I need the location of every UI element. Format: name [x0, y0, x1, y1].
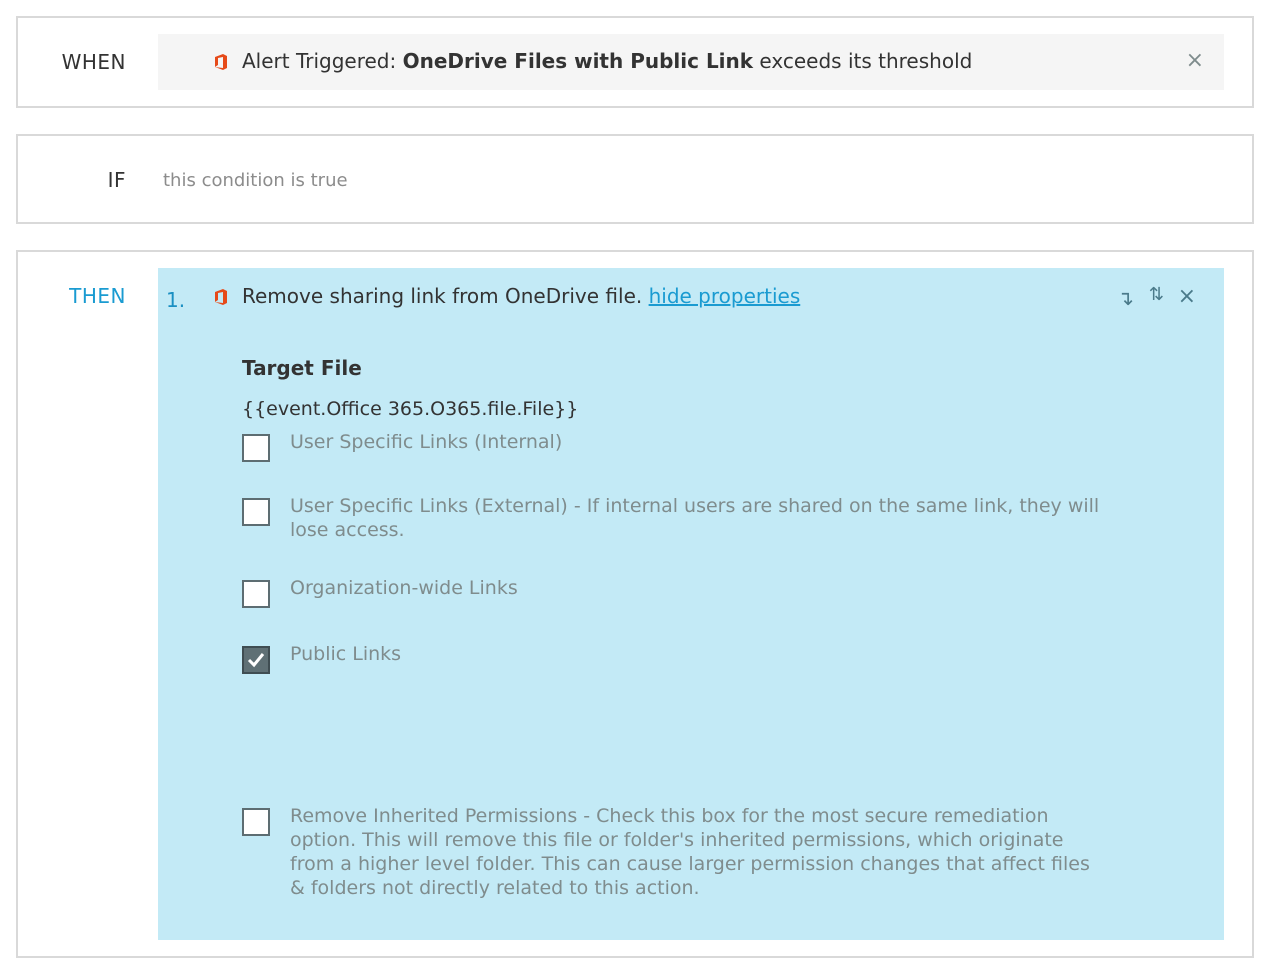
target-file-heading: Target File	[242, 356, 362, 380]
trigger-box[interactable]: Alert Triggered: OneDrive Files with Pub…	[158, 34, 1224, 90]
option-label: Remove Inherited Permissions - Check thi…	[290, 805, 1090, 899]
then-label: THEN	[69, 284, 126, 308]
office365-icon	[214, 289, 228, 305]
public-links-checkbox[interactable]	[242, 646, 270, 674]
option-label: Public Links	[290, 643, 402, 665]
organization-wide-checkbox[interactable]	[242, 580, 270, 608]
action-number: 1.	[166, 288, 186, 312]
then-panel: THEN 1. Remove sharing link from OneDriv…	[16, 250, 1254, 958]
action-title: Remove sharing link from OneDrive file. …	[242, 284, 800, 308]
option-label: User Specific Links (External) - If inte…	[290, 495, 1100, 541]
move-down-icon[interactable]: ↴	[1117, 288, 1134, 308]
remove-inherited-permissions-checkbox[interactable]	[242, 808, 270, 836]
target-file-value: {{event.Office 365.O365.file.File}}	[242, 398, 579, 420]
trigger-prefix: Alert Triggered:	[242, 49, 403, 73]
checkmark-icon	[247, 653, 265, 668]
option-label: Organization-wide Links	[290, 577, 518, 599]
when-label: WHEN	[61, 50, 126, 74]
condition-placeholder[interactable]: this condition is true	[163, 170, 348, 191]
trigger-text: Alert Triggered: OneDrive Files with Pub…	[242, 49, 972, 73]
trigger-name: OneDrive Files with Public Link	[402, 49, 754, 73]
hide-properties-link[interactable]: hide properties	[649, 284, 801, 308]
if-label: IF	[107, 168, 126, 192]
action-tools: ↴ ⇅ ×	[1096, 284, 1206, 310]
remove-trigger-close-icon[interactable]: ×	[1186, 50, 1204, 72]
action-title-text: Remove sharing link from OneDrive file.	[242, 284, 649, 308]
user-specific-external-checkbox[interactable]	[242, 498, 270, 526]
user-specific-internal-checkbox[interactable]	[242, 434, 270, 462]
if-panel: IF this condition is true	[16, 134, 1254, 224]
remove-action-close-icon[interactable]: ×	[1178, 286, 1196, 308]
trigger-suffix: exceeds its threshold	[753, 49, 973, 73]
office365-icon	[214, 54, 228, 70]
when-panel: WHEN Alert Triggered: OneDrive Files wit…	[16, 16, 1254, 108]
option-label: User Specific Links (Internal)	[290, 431, 563, 453]
reorder-icon[interactable]: ⇅	[1149, 286, 1164, 304]
action-card: 1. Remove sharing link from OneDrive fil…	[158, 268, 1224, 940]
